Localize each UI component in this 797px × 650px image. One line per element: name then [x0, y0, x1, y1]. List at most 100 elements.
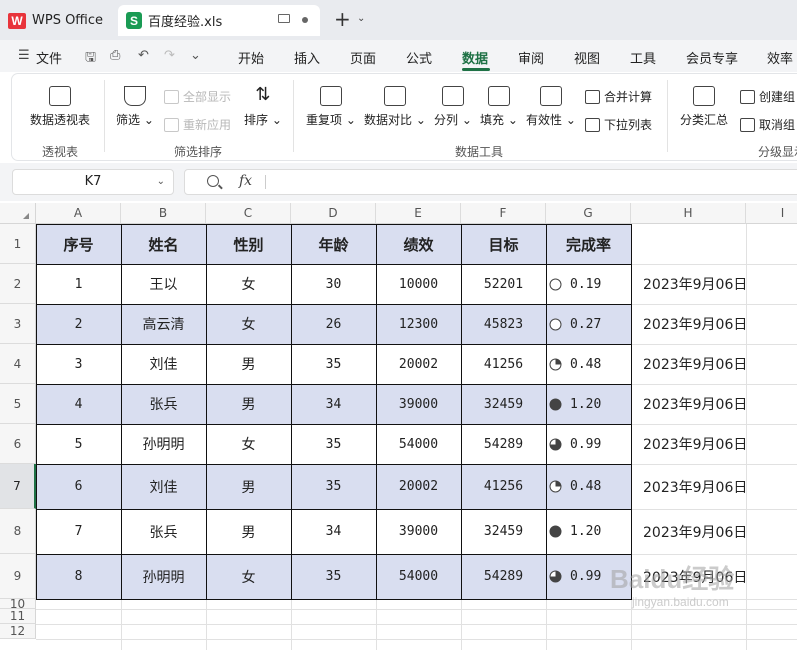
table-cell[interactable]: 女 — [206, 264, 291, 304]
table-cell[interactable]: 3 — [36, 344, 121, 384]
row-header[interactable]: 5 — [0, 384, 36, 424]
table-cell[interactable]: 7 — [36, 509, 121, 554]
table-cell[interactable]: 54000 — [376, 424, 461, 464]
show-all-button[interactable]: 全部显示 — [164, 88, 231, 105]
table-cell[interactable]: 张兵 — [121, 509, 206, 554]
row-header[interactable]: 11 — [0, 609, 36, 624]
table-header-cell[interactable]: 序号 — [36, 224, 121, 264]
table-cell[interactable]: 41256 — [461, 464, 546, 509]
column-header[interactable]: C — [206, 203, 291, 224]
tab-tools[interactable]: 工具 — [630, 48, 656, 67]
table-cell[interactable]: 6 — [36, 464, 121, 509]
fill-button[interactable]: 填充 ⌄ — [480, 86, 518, 128]
date-cell[interactable]: 2023年9月06日 — [631, 464, 747, 509]
table-cell[interactable]: 1 — [36, 264, 121, 304]
table-cell[interactable]: 35 — [291, 554, 376, 599]
tab-efficiency[interactable]: 效率 — [767, 48, 793, 67]
subtotal-button[interactable]: 分类汇总 — [680, 86, 728, 128]
undo-icon[interactable]: ↶ — [138, 48, 149, 63]
table-cell[interactable]: 34 — [291, 509, 376, 554]
table-cell[interactable]: 男 — [206, 509, 291, 554]
table-cell[interactable]: 34 — [291, 384, 376, 424]
table-cell[interactable]: 男 — [206, 344, 291, 384]
row-header[interactable]: 3 — [0, 304, 36, 344]
table-cell[interactable]: 35 — [291, 424, 376, 464]
table-header-cell[interactable]: 姓名 — [121, 224, 206, 264]
column-header[interactable]: D — [291, 203, 376, 224]
tab-data[interactable]: 数据 — [462, 48, 488, 67]
table-cell[interactable]: 20002 — [376, 464, 461, 509]
pivot-table-button[interactable]: 数据透视表 — [30, 86, 90, 128]
table-cell[interactable]: 52201 — [461, 264, 546, 304]
chevron-down-icon[interactable]: ⌄ — [357, 13, 365, 24]
sort-button[interactable]: ⇅ 排序 ⌄ — [244, 86, 282, 128]
table-cell[interactable]: 12300 — [376, 304, 461, 344]
validity-button[interactable]: 有效性 ⌄ — [526, 86, 576, 128]
completion-rate-cell[interactable]: 1.20 — [546, 384, 631, 424]
name-box[interactable]: K7 ⌄ — [12, 169, 174, 195]
table-cell[interactable]: 26 — [291, 304, 376, 344]
column-header[interactable]: F — [461, 203, 546, 224]
table-cell[interactable]: 女 — [206, 304, 291, 344]
table-cell[interactable]: 45823 — [461, 304, 546, 344]
table-cell[interactable]: 20002 — [376, 344, 461, 384]
tab-member[interactable]: 会员专享 — [686, 48, 738, 67]
table-cell[interactable]: 41256 — [461, 344, 546, 384]
print-preview-icon[interactable]: ⎙ — [110, 48, 120, 63]
column-header[interactable]: H — [631, 203, 746, 224]
table-cell[interactable]: 39000 — [376, 509, 461, 554]
table-cell[interactable]: 女 — [206, 554, 291, 599]
row-header[interactable]: 1 — [0, 224, 36, 264]
wps-home-tab[interactable]: W WPS Office — [8, 7, 103, 34]
table-cell[interactable]: 35 — [291, 344, 376, 384]
date-cell[interactable]: 2023年9月06日 — [631, 304, 747, 344]
column-header[interactable]: B — [121, 203, 206, 224]
row-header[interactable]: 2 — [0, 264, 36, 304]
row-header[interactable]: 8 — [0, 509, 36, 554]
tab-home[interactable]: 开始 — [238, 48, 264, 67]
date-cell[interactable]: 2023年9月06日 — [631, 264, 747, 304]
row-header[interactable]: 6 — [0, 424, 36, 464]
fx-icon[interactable]: fx — [239, 173, 252, 189]
tab-review[interactable]: 审阅 — [518, 48, 544, 67]
select-all-corner[interactable] — [0, 203, 36, 224]
unsaved-dot-icon[interactable] — [302, 17, 308, 23]
reapply-button[interactable]: 重新应用 — [164, 116, 231, 133]
table-cell[interactable]: 10000 — [376, 264, 461, 304]
table-cell[interactable]: 30 — [291, 264, 376, 304]
row-header[interactable]: 10 — [0, 598, 36, 610]
new-tab-button[interactable]: + — [334, 9, 351, 29]
table-cell[interactable]: 54000 — [376, 554, 461, 599]
table-cell[interactable]: 35 — [291, 464, 376, 509]
row-header[interactable]: 9 — [0, 554, 36, 599]
table-header-cell[interactable]: 绩效 — [376, 224, 461, 264]
column-header[interactable]: I — [746, 203, 797, 224]
formula-input[interactable]: fx — [184, 169, 797, 195]
completion-rate-cell[interactable]: 0.19 — [546, 264, 631, 304]
merge-calc-button[interactable]: 合并计算 — [585, 88, 652, 105]
table-header-cell[interactable]: 性别 — [206, 224, 291, 264]
row-header[interactable]: 12 — [0, 624, 36, 639]
table-header-cell[interactable]: 目标 — [461, 224, 546, 264]
table-cell[interactable]: 32459 — [461, 384, 546, 424]
filter-button[interactable]: 筛选 ⌄ — [116, 86, 154, 128]
table-cell[interactable]: 孙明明 — [121, 424, 206, 464]
table-cell[interactable]: 5 — [36, 424, 121, 464]
table-cell[interactable]: 男 — [206, 464, 291, 509]
table-header-cell[interactable]: 年龄 — [291, 224, 376, 264]
data-compare-button[interactable]: 数据对比 ⌄ — [364, 86, 426, 128]
date-cell[interactable]: 2023年9月06日 — [631, 509, 747, 554]
table-cell[interactable]: 54289 — [461, 554, 546, 599]
date-cell[interactable]: 2023年9月06日 — [631, 424, 747, 464]
table-cell[interactable]: 8 — [36, 554, 121, 599]
table-cell[interactable]: 高云清 — [121, 304, 206, 344]
zoom-icon[interactable] — [207, 175, 219, 187]
ungroup-button[interactable]: 取消组 — [740, 116, 795, 133]
document-tab[interactable]: S 百度经验.xls — [118, 5, 320, 36]
redo-icon[interactable]: ↷ — [164, 48, 175, 63]
row-header[interactable]: 4 — [0, 344, 36, 384]
tab-insert[interactable]: 插入 — [294, 48, 320, 67]
table-cell[interactable]: 54289 — [461, 424, 546, 464]
column-header[interactable]: A — [36, 203, 121, 224]
tab-formula[interactable]: 公式 — [406, 48, 432, 67]
